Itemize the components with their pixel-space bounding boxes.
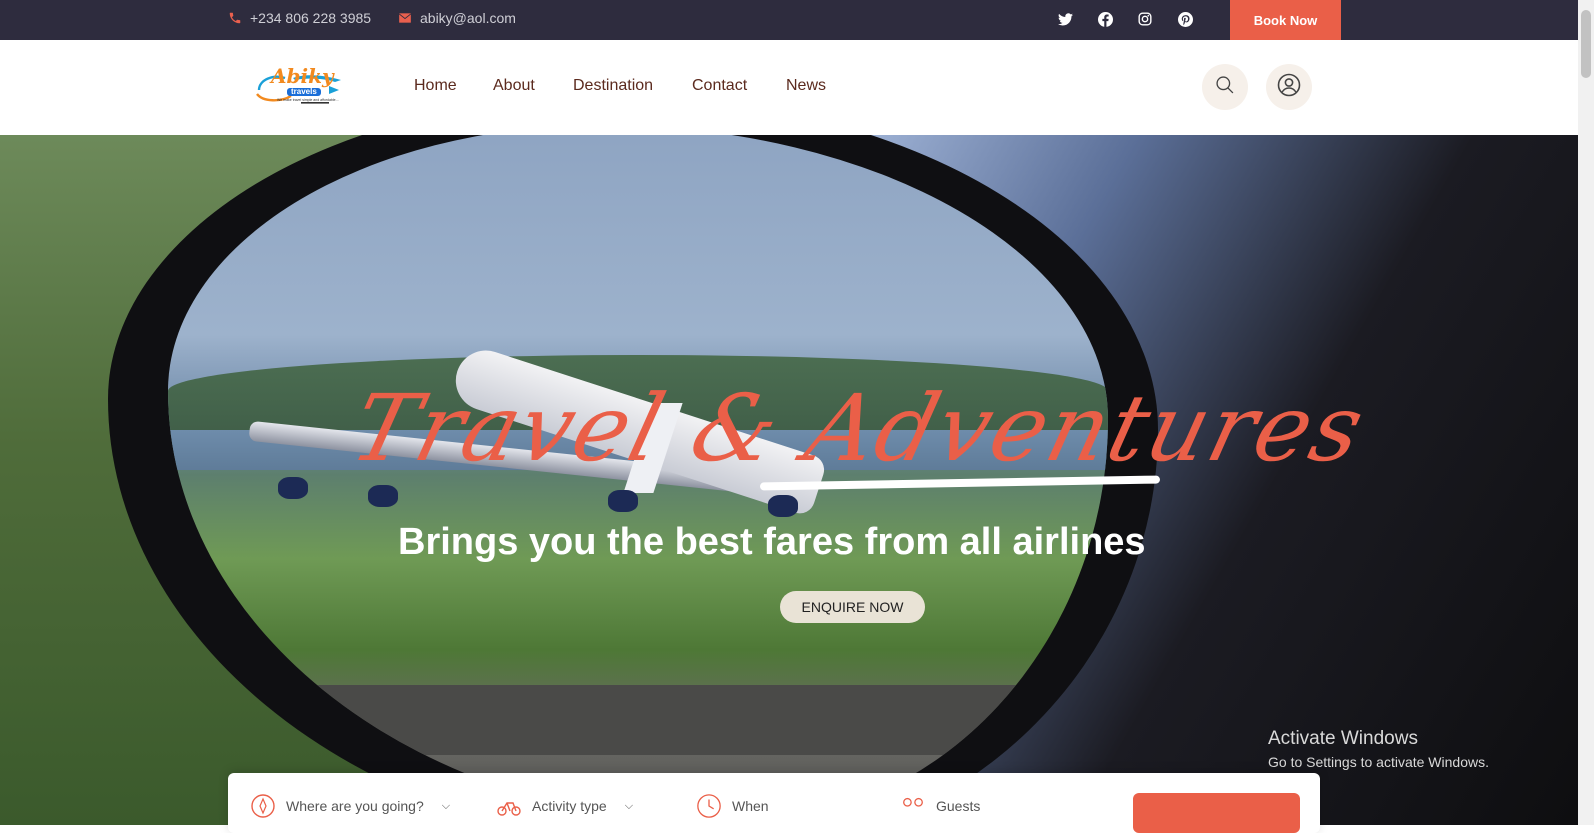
search-icon: [1215, 75, 1235, 100]
phone-contact[interactable]: +234 806 228 3985: [228, 10, 371, 26]
twitter-icon[interactable]: [1056, 10, 1074, 28]
pinterest-icon[interactable]: [1176, 10, 1194, 28]
date-placeholder: When: [732, 798, 769, 814]
bike-icon: [496, 793, 522, 819]
nav-home[interactable]: Home: [414, 77, 457, 95]
book-now-button[interactable]: Book Now: [1230, 0, 1341, 41]
email-contact[interactable]: abiky@aol.com: [398, 10, 516, 26]
logo-text: Abiky: [271, 64, 334, 88]
windows-activation-watermark: Activate Windows Go to Settings to activ…: [1268, 728, 1489, 770]
clock-icon: [696, 793, 722, 819]
top-bar: +234 806 228 3985 abiky@aol.com Book Now: [0, 0, 1578, 41]
nav-destination[interactable]: Destination: [573, 77, 653, 95]
nav-contact[interactable]: Contact: [692, 77, 747, 95]
search-submit-button[interactable]: [1133, 793, 1300, 833]
watermark-title: Activate Windows: [1268, 728, 1418, 749]
compass-icon: [250, 793, 276, 819]
user-icon: [1277, 73, 1301, 102]
chevron-down-icon: ⌵: [441, 799, 451, 812]
activity-placeholder: Activity type: [532, 798, 607, 814]
nav-news[interactable]: News: [786, 77, 826, 95]
destination-field[interactable]: Where are you going? ⌵: [250, 793, 450, 819]
date-field[interactable]: When: [696, 793, 769, 819]
logo[interactable]: Abiky travels We make travel simple and …: [253, 64, 345, 108]
account-button[interactable]: [1266, 64, 1312, 110]
search-button[interactable]: [1202, 64, 1248, 110]
watermark-subtitle: Go to Settings to activate Windows.: [1268, 754, 1489, 770]
activity-field[interactable]: Activity type ⌵: [496, 793, 633, 819]
phone-number: +234 806 228 3985: [250, 10, 372, 26]
nav-about[interactable]: About: [493, 77, 535, 95]
page-scrollbar[interactable]: [1578, 0, 1594, 825]
hero-banner: Travel & Adventures Brings you the best …: [0, 135, 1578, 825]
hero-subtitle: Brings you the best fares from all airli…: [398, 521, 1146, 563]
envelope-icon: [398, 12, 412, 24]
chevron-down-icon: ⌵: [624, 799, 634, 812]
destination-placeholder: Where are you going?: [286, 798, 424, 814]
trip-search-bar: Where are you going? ⌵ Activity type ⌵ W…: [228, 773, 1320, 833]
logo-tagline: We make travel simple and affordable...: [277, 98, 339, 102]
logo-subtext: travels: [291, 87, 317, 96]
phone-icon: [228, 11, 242, 25]
guests-placeholder: Guests: [936, 798, 981, 814]
instagram-icon[interactable]: [1136, 10, 1154, 28]
hero-script-title: Travel & Adventures: [341, 375, 1376, 482]
main-header: Abiky travels We make travel simple and …: [0, 40, 1578, 135]
email-address: abiky@aol.com: [420, 10, 516, 26]
scrollbar-thumb[interactable]: [1581, 10, 1591, 78]
enquire-now-button[interactable]: ENQUIRE NOW: [780, 591, 925, 623]
guests-field[interactable]: Guests: [900, 793, 980, 819]
users-icon: [900, 793, 926, 819]
facebook-icon[interactable]: [1096, 10, 1114, 28]
